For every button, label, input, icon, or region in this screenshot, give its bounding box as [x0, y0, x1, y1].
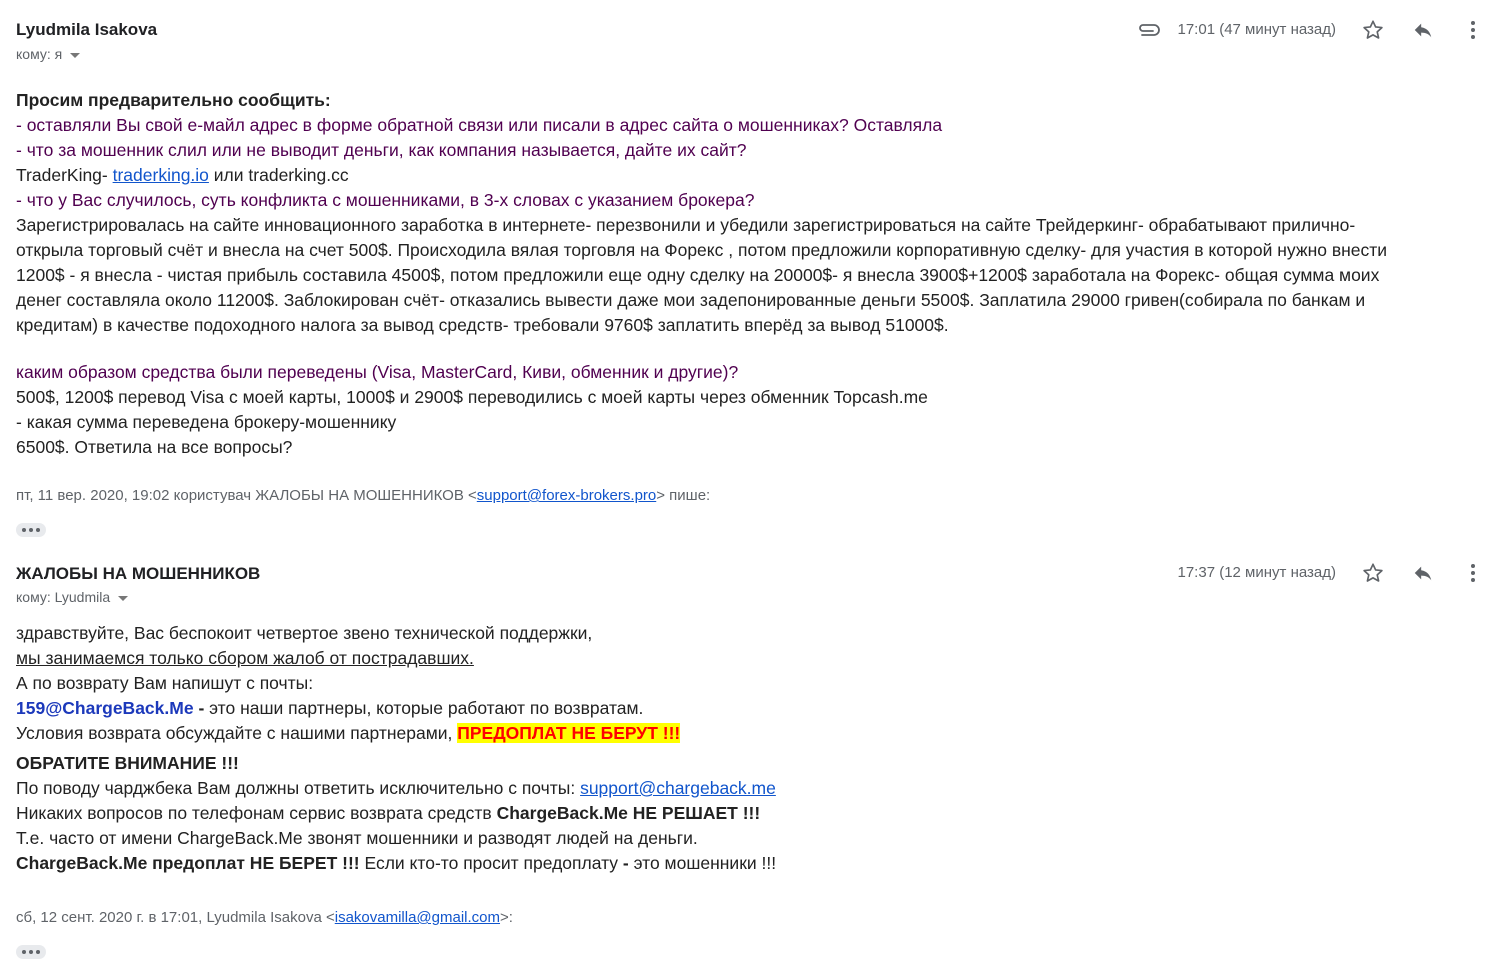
message-time: 17:01 (47 минут назад): [1177, 21, 1337, 38]
recipient-label: кому: Lyudmila: [16, 589, 111, 605]
question-1: - оставляли Вы свой е-майл адрес в форме…: [16, 115, 943, 135]
not-decide-bold: ChargeBack.Me НЕ РЕШАЕТ !!!: [496, 803, 761, 823]
answer-3-line-4: денег составляла около 11200$. Заблокиро…: [16, 290, 1366, 310]
question-5: - какая сумма переведена брокеру-мошенни…: [16, 412, 397, 432]
question-2: - что за мошенник слил или не выводит де…: [16, 140, 747, 160]
show-trimmed-content-button[interactable]: [16, 945, 46, 959]
recipient-label: кому: я: [16, 46, 63, 62]
body-line-4: 159@ChargeBack.Me - это наши партнеры, к…: [16, 696, 643, 721]
body-line-10: ChargeBack.Me предоплат НЕ БЕРЕТ !!! Есл…: [16, 851, 776, 876]
answer-3-line-1: Зарегистрировалась на сайте инновационно…: [16, 215, 1356, 235]
partners-text: это наши партнеры, которые работают по в…: [209, 698, 644, 718]
quote-email-link[interactable]: isakovamilla@gmail.com: [335, 909, 500, 926]
recipient-details[interactable]: кому: я: [16, 46, 81, 62]
quote-suffix: > пише:: [656, 487, 711, 504]
recipient-details[interactable]: кому: Lyudmila: [16, 589, 129, 605]
answer-5: 6500$. Ответила на все вопросы?: [16, 437, 293, 457]
quote-prefix: пт, 11 вер. 2020, 19:02 користувач ЖАЛОБ…: [16, 487, 477, 504]
more-vert-icon[interactable]: [1459, 16, 1487, 44]
reply-icon[interactable]: [1409, 16, 1437, 44]
caret-down-icon[interactable]: [118, 595, 129, 601]
dash: -: [193, 698, 210, 718]
fraudsters-text: это мошенники !!!: [628, 853, 777, 873]
body-line-7: По поводу чарджбека Вам должны ответить …: [16, 776, 776, 801]
phone-questions-text: Никаких вопросов по телефонам сервис воз…: [16, 803, 497, 823]
body-line-8: Никаких вопросов по телефонам сервис воз…: [16, 801, 760, 826]
sender-name[interactable]: ЖАЛОБЫ НА МОШЕННИКОВ: [16, 564, 260, 584]
answer-2-prefix: TraderKing-: [16, 165, 113, 185]
answer-3-line-5: кредитам) в качестве подоходного налога …: [16, 315, 949, 335]
chargeback-email: 159@ChargeBack.Me: [16, 698, 194, 718]
reply-icon[interactable]: [1409, 559, 1437, 587]
body-heading: Просим предварительно сообщить:: [16, 90, 331, 110]
body-line-3: А по возврату Вам напишут с почты:: [16, 673, 314, 693]
answer-3-line-2: открыла торговый счёт и внесла на счет 5…: [16, 240, 1388, 260]
body-line-1: здравствуйте, Вас беспокоит четвертое зв…: [16, 623, 593, 643]
body-line-2: мы занимаемся только сбором жалоб от пос…: [16, 648, 474, 668]
answer-2: TraderKing- traderking.io или traderking…: [16, 163, 349, 188]
traderking-link[interactable]: traderking.io: [113, 165, 209, 185]
more-vert-icon[interactable]: [1459, 559, 1487, 587]
attachment-icon: [1136, 22, 1160, 43]
answer-2-suffix: или traderking.cc: [208, 165, 349, 185]
chargeback-reply-text: По поводу чарджбека Вам должны ответить …: [16, 778, 581, 798]
support-chargeback-link[interactable]: support@chargeback.me: [580, 778, 776, 798]
attention-heading: ОБРАТИТЕ ВНИМАНИЕ !!!: [16, 753, 239, 773]
body-line-9: Т.е. часто от имени ChargeBack.Me звонят…: [16, 828, 698, 848]
quote-header: сб, 12 сент. 2020 г. в 17:01, Lyudmila I…: [16, 909, 513, 926]
no-prepayment-highlight: ПРЕДОПЛАТ НЕ БЕРУТ !!!: [457, 723, 681, 743]
quote-email-link[interactable]: support@forex-brokers.pro: [477, 487, 656, 504]
answer-4: 500$, 1200$ перевод Visa с моей карты, 1…: [16, 387, 928, 407]
quote-prefix: сб, 12 сент. 2020 г. в 17:01, Lyudmila I…: [16, 909, 335, 926]
star-icon[interactable]: [1359, 559, 1387, 587]
body-line-5: Условия возврата обсуждайте с нашими пар…: [16, 721, 681, 746]
quote-header: пт, 11 вер. 2020, 19:02 користувач ЖАЛОБ…: [16, 487, 710, 504]
show-trimmed-content-button[interactable]: [16, 523, 46, 537]
asks-prepayment-text: Если кто-то просит предоплату: [359, 853, 623, 873]
star-icon[interactable]: [1359, 16, 1387, 44]
question-3: - что у Вас случилось, суть конфликта с …: [16, 190, 755, 210]
answer-3-line-3: 1200$ - я внесла - чистая прибыль состав…: [16, 265, 1380, 285]
sender-name[interactable]: Lyudmila Isakova: [16, 20, 157, 40]
no-prepayment-bold: ChargeBack.Me предоплат НЕ БЕРЕТ !!!: [16, 853, 360, 873]
caret-down-icon[interactable]: [70, 52, 81, 58]
quote-suffix: >:: [500, 909, 513, 926]
question-4: каким образом средства были переведены (…: [16, 362, 739, 382]
conditions-text: Условия возврата обсуждайте с нашими пар…: [16, 723, 458, 743]
message-time: 17:37 (12 минут назад): [1177, 564, 1337, 581]
